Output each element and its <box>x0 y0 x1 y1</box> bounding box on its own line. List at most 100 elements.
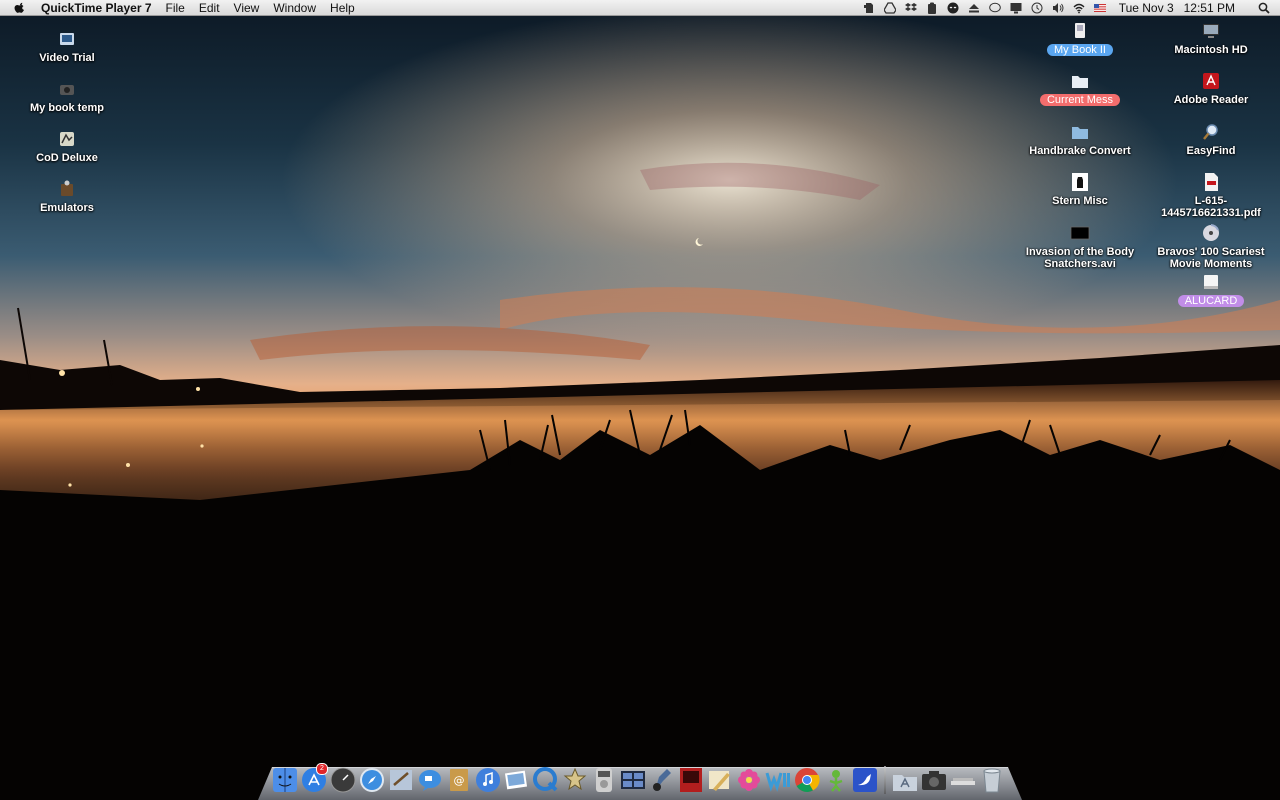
menu-help[interactable]: Help <box>330 1 355 15</box>
game-app-icon <box>56 128 78 150</box>
documents-stack-icon[interactable] <box>950 766 976 794</box>
address-book-icon[interactable]: @ <box>446 766 472 794</box>
desktop-icon-label: CoD Deluxe <box>36 152 98 164</box>
dvd-player-icon[interactable] <box>591 766 617 794</box>
magnifier-icon <box>1200 121 1222 143</box>
trash-icon[interactable] <box>979 766 1005 794</box>
dvd-disc-icon <box>1200 222 1222 244</box>
quicktime-icon[interactable] <box>533 766 559 794</box>
speech-bubble-icon[interactable] <box>989 2 1002 14</box>
usb-drive-icon <box>1200 271 1222 293</box>
menubar-date: Tue Nov 3 <box>1118 1 1174 15</box>
svg-text:@: @ <box>454 774 465 787</box>
itunes-icon[interactable] <box>475 766 501 794</box>
clipboard-icon[interactable] <box>926 2 939 14</box>
folder-icon <box>1069 70 1091 92</box>
fist-icon <box>1069 171 1091 193</box>
desktop-icon-label: Bravos' 100 Scariest Movie Moments <box>1157 246 1265 270</box>
menu-view[interactable]: View <box>234 1 260 15</box>
ichat-icon[interactable] <box>417 766 443 794</box>
desktop-icon-easyfind[interactable]: EasyFind <box>1156 121 1266 157</box>
app-store-badge: 2 <box>316 763 328 775</box>
pencil-app-icon[interactable] <box>707 766 733 794</box>
adobe-reader-icon <box>1200 70 1222 92</box>
app-name-menu[interactable]: QuickTime Player 7 <box>41 1 152 15</box>
desktop-icon-alucard[interactable]: ALUCARD <box>1156 271 1266 307</box>
desktop-icon-label: Macintosh HD <box>1174 44 1248 56</box>
word-app-icon[interactable] <box>765 766 791 794</box>
desktop-icon-macintosh-hd[interactable]: Macintosh HD <box>1156 20 1266 56</box>
camera-folder-icon[interactable] <box>921 766 947 794</box>
photo-booth-icon[interactable] <box>678 766 704 794</box>
menu-window[interactable]: Window <box>273 1 316 15</box>
google-drive-icon[interactable] <box>884 2 897 14</box>
desktop-icon-video-trial[interactable]: Video Trial <box>12 28 122 64</box>
desktop-icon-label: Emulators <box>40 202 94 214</box>
spotlight-search-icon[interactable] <box>1257 2 1270 14</box>
imovie-icon[interactable] <box>562 766 588 794</box>
dock: 2 @ <box>272 760 1008 794</box>
chrome-icon[interactable] <box>794 766 820 794</box>
desktop-icon-label: Invasion of the Body Snatchers.avi <box>1025 246 1135 270</box>
apple-menu-icon[interactable] <box>14 1 28 14</box>
us-flag-icon[interactable] <box>1094 2 1107 14</box>
desktop-icon-label: Video Trial <box>39 52 95 64</box>
xbox-app-icon[interactable] <box>823 766 849 794</box>
eject-icon[interactable] <box>968 2 981 14</box>
safari-icon[interactable] <box>359 766 385 794</box>
desktop-wallpaper <box>0 0 1280 800</box>
finder-icon[interactable] <box>272 766 298 794</box>
evernote-icon[interactable] <box>863 2 876 14</box>
pdf-file-icon <box>1200 171 1222 193</box>
desktop-icon-invasion-avi[interactable]: Invasion of the Body Snatchers.avi <box>1025 222 1135 270</box>
desktop-icon-label: My Book II <box>1047 44 1113 56</box>
desktop-icon-label: L-615-1445716621331.pdf <box>1161 195 1261 219</box>
desktop-icon-current-mess[interactable]: Current Mess <box>1025 70 1135 106</box>
volume-icon[interactable] <box>1052 2 1065 14</box>
menu-edit[interactable]: Edit <box>199 1 220 15</box>
desktop-icon-adobe-reader[interactable]: Adobe Reader <box>1156 70 1266 106</box>
dropbox-icon[interactable] <box>905 2 918 14</box>
desktop-icon-emulators[interactable]: Emulators <box>12 178 122 214</box>
wifi-icon[interactable] <box>1073 2 1086 14</box>
status-area: Tue Nov 3 12:51 PM <box>859 0 1280 16</box>
menubar-time: 12:51 PM <box>1183 1 1235 15</box>
app-store-icon[interactable]: 2 <box>301 763 328 794</box>
desktop-icon-my-book-temp[interactable]: My book temp <box>12 78 122 114</box>
desktop-icon-cod-deluxe[interactable]: CoD Deluxe <box>12 128 122 164</box>
desktop-icon-label: Stern Misc <box>1052 195 1108 207</box>
display-icon[interactable] <box>1010 2 1023 14</box>
camera-icon <box>56 78 78 100</box>
spaces-icon[interactable] <box>620 766 646 794</box>
dock-separator <box>884 766 886 794</box>
mail-icon[interactable] <box>388 766 414 794</box>
desktop-icon-my-book-ii[interactable]: My Book II <box>1025 20 1135 56</box>
desktop-icon-handbrake-convert[interactable]: Handbrake Convert <box>1025 121 1135 157</box>
alien-icon[interactable] <box>947 2 960 14</box>
desktop-icon-stern-misc[interactable]: Stern Misc <box>1025 171 1135 207</box>
time-machine-icon[interactable] <box>1031 2 1044 14</box>
external-drive-icon <box>1069 20 1091 42</box>
desktop-icon-label: ALUCARD <box>1177 295 1245 307</box>
desktop-icon-pdf-file[interactable]: L-615-1445716621331.pdf <box>1156 171 1266 219</box>
dashboard-icon[interactable] <box>330 766 356 794</box>
menu-bar: QuickTime Player 7 File Edit View Window… <box>0 0 1280 16</box>
desktop-icon-label: EasyFind <box>1186 145 1236 157</box>
hard-drive-icon <box>1200 20 1222 42</box>
desktop-icon-bravos-dvd[interactable]: Bravos' 100 Scariest Movie Moments <box>1156 222 1266 270</box>
video-thumbnail-icon <box>1069 222 1091 244</box>
applications-folder-icon[interactable] <box>892 766 918 794</box>
folder-icon <box>1069 121 1091 143</box>
bird-app-icon[interactable] <box>852 766 878 794</box>
menu-file[interactable]: File <box>166 1 185 15</box>
desktop-icon-label: Current Mess <box>1039 94 1121 106</box>
garageband-icon[interactable] <box>649 766 675 794</box>
emulator-app-icon <box>56 178 78 200</box>
desktop-icon-label: Adobe Reader <box>1173 94 1249 106</box>
iphoto-icon[interactable] <box>504 766 530 794</box>
video-file-icon <box>56 28 78 50</box>
desktop-icon-label: Handbrake Convert <box>1029 145 1131 157</box>
desktop-icon-label: My book temp <box>30 102 104 114</box>
flower-app-icon[interactable] <box>736 766 762 794</box>
menubar-clock[interactable]: Tue Nov 3 12:51 PM <box>1119 1 1245 15</box>
